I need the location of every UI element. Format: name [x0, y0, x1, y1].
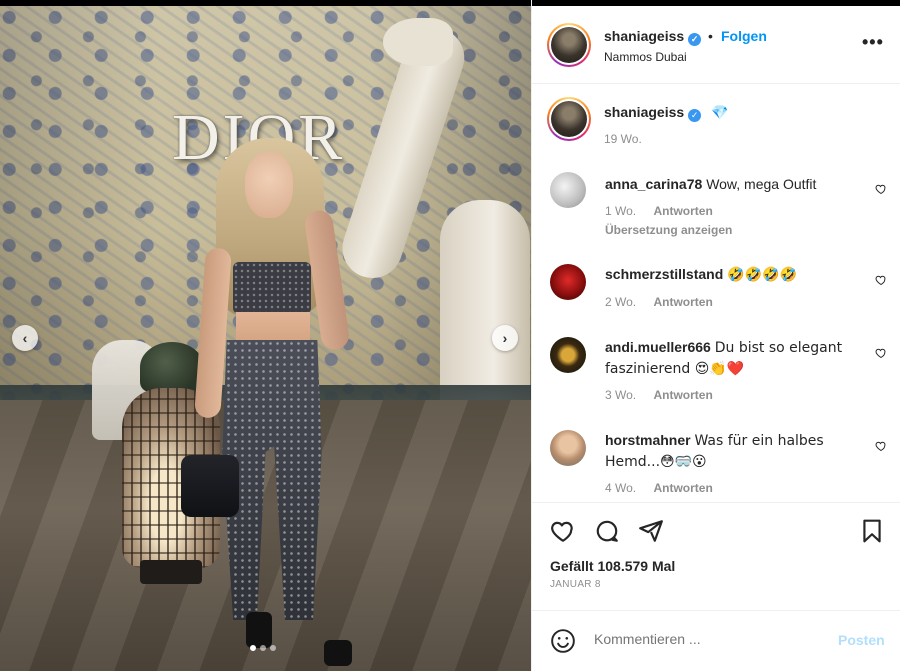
emoji-smiley-icon[interactable] — [550, 628, 576, 654]
post-comment-button[interactable]: Posten — [838, 632, 885, 648]
like-comment-heart-icon[interactable] — [875, 440, 887, 452]
header-username[interactable]: shaniageiss ✓ — [604, 28, 702, 46]
share-paper-plane-icon[interactable] — [638, 518, 664, 544]
carousel-indicator — [250, 645, 276, 651]
carousel-dot — [260, 645, 266, 651]
verified-badge-icon: ✓ — [688, 33, 702, 46]
comment-meta: 1 Wo. Antworten — [605, 204, 727, 218]
post-photo[interactable]: DIOR ‹ › — [0, 0, 531, 671]
like-heart-icon[interactable] — [550, 518, 576, 544]
verified-badge-icon: ✓ — [688, 109, 702, 122]
caption-username[interactable]: shaniageiss — [604, 104, 684, 120]
comment-username[interactable]: andi.mueller666 — [605, 339, 711, 355]
person-crop-top — [233, 262, 311, 314]
reply-button[interactable]: Antworten — [653, 204, 712, 218]
giraffe-statue-head — [383, 18, 453, 66]
avatar-inner — [549, 99, 589, 139]
person-right-shoe — [324, 640, 352, 666]
potted-plant — [140, 342, 204, 392]
caption-age: 19 Wo. — [604, 132, 642, 146]
follow-button[interactable]: Folgen — [721, 28, 767, 44]
comment-username[interactable]: horstmahner — [605, 432, 691, 448]
like-comment-heart-icon[interactable] — [875, 183, 887, 195]
comment-line: schmerzstillstand 🤣🤣🤣🤣 — [605, 264, 865, 285]
avatar[interactable] — [547, 23, 591, 67]
comment-line: horstmahner Was für ein halbes Hemd...😳🥽… — [605, 430, 865, 472]
comment-line: anna_carina78 Wow, mega Outfit — [605, 174, 865, 194]
comment-age: 2 Wo. — [605, 295, 637, 309]
caption-meta: 19 Wo. — [604, 132, 656, 146]
avatar[interactable] — [550, 172, 586, 208]
comment-age: 4 Wo. — [605, 481, 637, 495]
caption-line: shaniageiss ✓ 💎 — [604, 102, 728, 123]
comment-meta: 3 Wo. Antworten — [605, 388, 727, 402]
avatar-image — [551, 27, 587, 63]
comment-age: 1 Wo. — [605, 204, 637, 218]
comment-meta: 2 Wo. Antworten — [605, 295, 727, 309]
chevron-left-icon[interactable]: ‹ — [12, 325, 38, 351]
comment-username[interactable]: schmerzstillstand — [605, 266, 723, 282]
carousel-dot-active — [250, 645, 256, 651]
comment-input[interactable] — [594, 631, 814, 647]
chevron-right-icon[interactable]: › — [492, 325, 518, 351]
avatar-image — [551, 101, 587, 137]
avatar-inner — [549, 25, 589, 65]
lamp-base — [140, 560, 202, 584]
person-face — [245, 152, 293, 218]
location-link[interactable]: Nammos Dubai — [604, 50, 687, 64]
more-horizontal-icon[interactable]: ••• — [862, 32, 884, 53]
caption-text: 💎 — [711, 105, 729, 121]
comment-text: 🤣🤣🤣🤣 — [727, 267, 797, 283]
header-separator: • — [708, 28, 713, 44]
carousel-dot — [270, 645, 276, 651]
post-header: shaniageiss ✓ • Folgen Nammos Dubai ••• — [532, 6, 900, 84]
comment-bubble-icon[interactable] — [594, 518, 620, 544]
post-side-panel: shaniageiss ✓ • Folgen Nammos Dubai ••• s… — [531, 0, 900, 671]
avatar[interactable] — [547, 97, 591, 141]
like-comment-heart-icon[interactable] — [875, 274, 887, 286]
comments-list[interactable]: shaniageiss ✓ 💎 19 Wo. anna_carina78 Wow,… — [532, 84, 900, 502]
avatar[interactable] — [550, 430, 586, 466]
person-left-shoe — [246, 612, 272, 648]
avatar[interactable] — [550, 337, 586, 373]
reply-button[interactable]: Antworten — [653, 481, 712, 495]
comment-meta: 4 Wo. Antworten — [605, 481, 727, 495]
person-handbag — [181, 455, 239, 517]
comment-composer: Posten — [532, 610, 900, 671]
reply-button[interactable]: Antworten — [653, 295, 712, 309]
post-actions: Gefällt 108.579 Mal JANUAR 8 — [532, 502, 900, 610]
comment-line: andi.mueller666 Du bist so elegant faszi… — [605, 337, 865, 379]
post-date: JANUAR 8 — [550, 579, 601, 590]
like-comment-heart-icon[interactable] — [875, 347, 887, 359]
show-translation-link[interactable]: Übersetzung anzeigen — [605, 223, 732, 237]
comment-text: Wow, mega Outfit — [706, 176, 817, 192]
header-username-text[interactable]: shaniageiss — [604, 28, 684, 44]
reply-button[interactable]: Antworten — [653, 388, 712, 402]
person-midriff — [236, 312, 310, 344]
like-count[interactable]: Gefällt 108.579 Mal — [550, 558, 675, 574]
comment-username[interactable]: anna_carina78 — [605, 176, 702, 192]
avatar[interactable] — [550, 264, 586, 300]
comment-age: 3 Wo. — [605, 388, 637, 402]
save-bookmark-icon[interactable] — [859, 518, 885, 544]
